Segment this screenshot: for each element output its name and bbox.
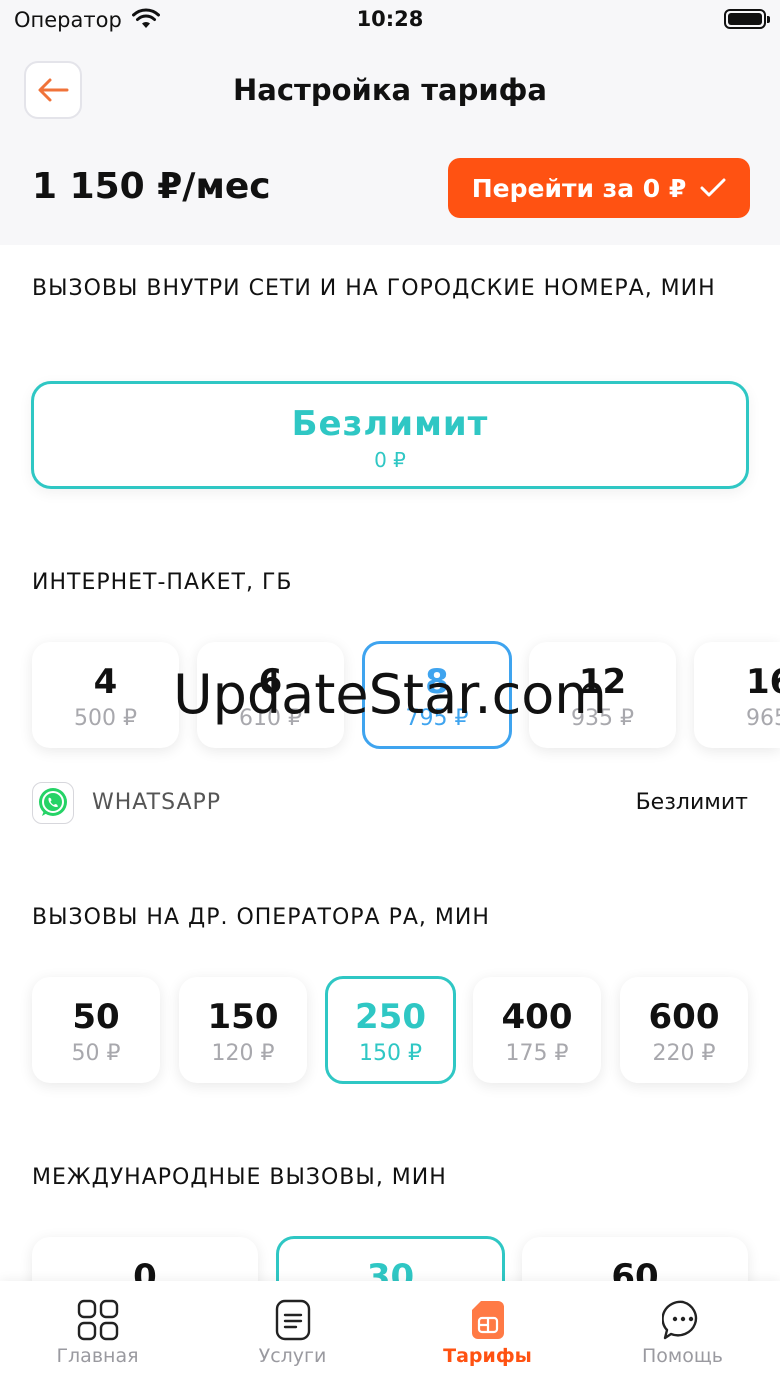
option-value: Безлимит [291,404,489,444]
whatsapp-label: WHATSAPP [92,790,222,815]
option-price: 220 ₽ [652,1041,716,1066]
other-operator-option-250-selected[interactable]: 250 150 ₽ [325,976,456,1084]
switch-tariff-label: Перейти за 0 ₽ [471,173,687,203]
whatsapp-icon [32,782,74,824]
option-value: 50 [72,997,120,1037]
option-price: 120 ₽ [211,1041,275,1066]
internet-option-12[interactable]: 12 935 ₽ [529,642,676,748]
grid-icon [77,1299,119,1341]
section-title-internet: ИНТЕРНЕТ-ПАКЕТ, ГБ [32,570,293,595]
option-price: 175 ₽ [505,1041,569,1066]
option-price: 795 ₽ [405,706,469,731]
option-value: 400 [501,997,573,1037]
tab-bar: Главная Услуги Тарифы Помощь [0,1281,780,1386]
option-value: 250 [355,997,426,1037]
internet-option-6[interactable]: 6 610 ₽ [197,642,344,748]
list-icon [275,1299,311,1341]
switch-tariff-button[interactable]: Перейти за 0 ₽ [448,158,750,218]
whatsapp-logo [39,788,67,816]
tab-tariffs[interactable]: Тарифы [390,1281,585,1386]
other-operator-option-600[interactable]: 600 220 ₽ [620,977,748,1083]
tab-label: Помощь [642,1345,723,1367]
other-operator-option-400[interactable]: 400 175 ₽ [473,977,601,1083]
check-icon [700,178,726,197]
option-price: 610 ₽ [239,706,302,731]
other-operator-option-150[interactable]: 150 120 ₽ [179,977,307,1083]
option-price: 0 ₽ [374,448,406,472]
status-bar: Оператор 10:28 [0,0,780,40]
status-time: 10:28 [356,7,424,31]
local-calls-unlimited-option[interactable]: Безлимит 0 ₽ [31,381,749,489]
section-title-other-operator: ВЫЗОВЫ НА ДР. ОПЕРАТОРА РА, МИН [32,905,490,930]
sim-card-icon [472,1301,504,1339]
option-value: 16 [746,662,780,702]
tab-label: Главная [56,1345,139,1367]
other-operator-option-50[interactable]: 50 50 ₽ [32,977,160,1083]
option-price: 150 ₽ [359,1041,422,1066]
option-value: 12 [578,662,627,702]
tab-home[interactable]: Главная [0,1281,195,1386]
option-price: 500 ₽ [74,706,137,731]
tab-help[interactable]: Помощь [585,1281,780,1386]
tab-label: Услуги [258,1345,327,1367]
battery-icon [724,9,770,29]
tab-services[interactable]: Услуги [195,1281,390,1386]
option-price: 965 [746,706,780,731]
option-value: 150 [207,997,279,1037]
option-price: 935 ₽ [571,706,634,731]
header: Настройка тарифа 1 150 ₽/мес Перейти за … [0,40,780,245]
internet-option-16[interactable]: 16 965 [694,642,780,748]
internet-option-8-selected[interactable]: 8 795 ₽ [362,641,512,749]
option-value: 8 [425,662,449,702]
chat-icon [662,1300,698,1340]
option-price: 50 ₽ [71,1041,121,1066]
option-value: 4 [93,662,118,702]
internet-option-4[interactable]: 4 500 ₽ [32,642,179,748]
option-value: 600 [648,997,720,1037]
section-title-local-calls: ВЫЗОВЫ ВНУТРИ СЕТИ И НА ГОРОДСКИЕ НОМЕРА… [32,276,716,301]
section-title-international: МЕЖДУНАРОДНЫЕ ВЫЗОВЫ, МИН [32,1165,447,1190]
monthly-price: 1 150 ₽/мес [32,166,271,207]
tab-label: Тарифы [443,1345,532,1367]
option-value: 6 [258,662,283,702]
page-title: Настройка тарифа [233,73,547,107]
whatsapp-value: Безлимит [635,790,748,815]
